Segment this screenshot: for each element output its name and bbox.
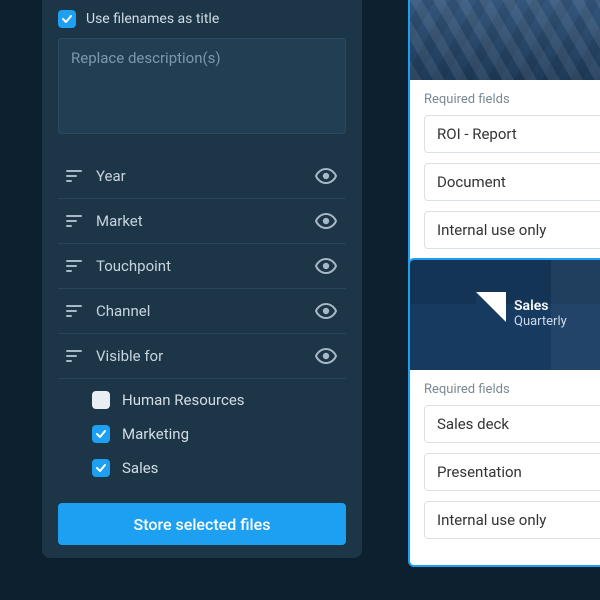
- card-roi-report[interactable]: J Required fields ROI - Report Document …: [408, 0, 600, 277]
- visible-for-hr[interactable]: Human Resources: [92, 383, 346, 417]
- card-header: Sales Quarterly K: [410, 260, 600, 370]
- filter-icon: [66, 260, 82, 272]
- use-filenames-row[interactable]: Use filenames as title: [58, 10, 346, 28]
- visible-for-group: Human Resources Marketing Sales: [92, 383, 346, 485]
- filter-label: Touchpoint: [96, 257, 314, 275]
- store-selected-button[interactable]: Store selected files: [58, 503, 346, 545]
- filter-icon: [66, 170, 82, 182]
- filter-icon: [66, 305, 82, 317]
- checkbox-sales[interactable]: [92, 459, 110, 477]
- field-visibility[interactable]: Internal use only: [424, 501, 600, 539]
- eye-icon[interactable]: [314, 164, 338, 188]
- card-body: Required fields ROI - Report Document In…: [410, 80, 600, 275]
- required-fields-label: Required fields: [424, 382, 600, 397]
- eye-icon[interactable]: [314, 344, 338, 368]
- check-icon: [61, 13, 73, 25]
- filter-label: Visible for: [96, 347, 314, 365]
- filter-year[interactable]: Year: [58, 154, 346, 199]
- card-sales-deck[interactable]: Sales Quarterly K Required fields Sales …: [408, 258, 600, 567]
- field-type[interactable]: Document: [424, 163, 600, 201]
- brand-logo-icon: [476, 292, 506, 322]
- required-fields-label: Required fields: [424, 92, 600, 107]
- description-textarea[interactable]: Replace description(s): [58, 38, 346, 134]
- filter-icon: [66, 350, 82, 362]
- filter-channel[interactable]: Channel: [58, 289, 346, 334]
- check-icon: [95, 462, 107, 474]
- eye-icon[interactable]: [314, 254, 338, 278]
- card-body: Required fields Sales deck Presentation …: [410, 370, 600, 565]
- field-title[interactable]: Sales deck: [424, 405, 600, 443]
- use-filenames-label: Use filenames as title: [86, 11, 219, 27]
- filter-label: Channel: [96, 302, 314, 320]
- field-title[interactable]: ROI - Report: [424, 115, 600, 153]
- visible-for-sales[interactable]: Sales: [92, 451, 346, 485]
- filter-label: Year: [96, 167, 314, 185]
- card-image: J: [410, 0, 600, 80]
- field-type[interactable]: Presentation: [424, 453, 600, 491]
- filter-market[interactable]: Market: [58, 199, 346, 244]
- use-filenames-checkbox[interactable]: [58, 10, 76, 28]
- visible-for-label: Human Resources: [122, 391, 245, 409]
- eye-icon[interactable]: [314, 299, 338, 323]
- filter-label: Market: [96, 212, 314, 230]
- left-settings-panel: Use filenames as title Replace descripti…: [42, 0, 362, 558]
- filter-icon: [66, 215, 82, 227]
- field-visibility[interactable]: Internal use only: [424, 211, 600, 249]
- description-placeholder: Replace description(s): [71, 49, 333, 67]
- visible-for-marketing[interactable]: Marketing: [92, 417, 346, 451]
- visible-for-label: Marketing: [122, 425, 189, 443]
- checkbox-marketing[interactable]: [92, 425, 110, 443]
- filter-touchpoint[interactable]: Touchpoint: [58, 244, 346, 289]
- visible-for-label: Sales: [122, 459, 158, 477]
- checkbox-hr[interactable]: [92, 391, 110, 409]
- store-button-label: Store selected files: [134, 515, 271, 534]
- check-icon: [95, 428, 107, 440]
- eye-icon[interactable]: [314, 209, 338, 233]
- filter-visible-for[interactable]: Visible for: [58, 334, 346, 379]
